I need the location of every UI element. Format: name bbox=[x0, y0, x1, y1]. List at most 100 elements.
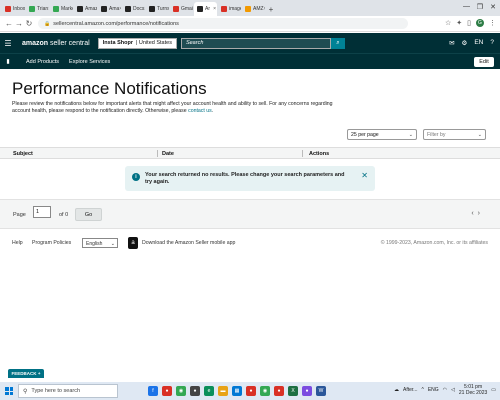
column-subject[interactable]: Subject bbox=[13, 151, 33, 157]
column-divider bbox=[157, 150, 158, 157]
url-text: sellercentral.amazon.com/performance/not… bbox=[53, 20, 179, 27]
chevron-down-icon: ⌄ bbox=[110, 240, 115, 247]
settings-gear-icon[interactable]: ⚙ bbox=[462, 39, 468, 47]
browser-tab[interactable]: Turns × bbox=[146, 2, 169, 16]
browser-tab[interactable]: Docs× bbox=[122, 2, 145, 16]
url-input[interactable]: 🔒 sellercentral.amazon.com/performance/n… bbox=[38, 18, 408, 29]
browser-tab[interactable]: Inbox× bbox=[2, 2, 25, 16]
column-date[interactable]: Date bbox=[162, 151, 174, 157]
word-icon[interactable]: W bbox=[316, 386, 326, 396]
go-button[interactable]: Go bbox=[75, 208, 102, 221]
alert-message: Your search returned no results. Please … bbox=[145, 172, 345, 185]
app-icon[interactable]: ● bbox=[302, 386, 312, 396]
close-tab-icon[interactable]: × bbox=[48, 6, 49, 12]
weather-icon[interactable]: ☁ bbox=[394, 387, 399, 393]
excel-icon[interactable]: X bbox=[288, 386, 298, 396]
tab-label: Ar bbox=[205, 6, 210, 12]
close-tab-icon[interactable]: × bbox=[144, 6, 145, 12]
bookmark-icon[interactable]: ▮ bbox=[0, 58, 16, 65]
browser-tab[interactable]: Ar × bbox=[194, 2, 217, 16]
volume-icon[interactable]: ◁ bbox=[451, 387, 455, 393]
browser-tab[interactable]: Trian× bbox=[26, 2, 49, 16]
store-switcher[interactable]: Insta Shopr | United States bbox=[97, 37, 177, 49]
wifi-icon[interactable]: ◠ bbox=[443, 387, 447, 393]
browser-tab[interactable]: Marke × bbox=[50, 2, 73, 16]
nav-add-products[interactable]: Add Products bbox=[26, 59, 59, 65]
info-icon: i bbox=[132, 173, 140, 181]
contact-us-link[interactable]: contact us bbox=[188, 108, 212, 114]
taskbar-clock[interactable]: 5:01 pm 21 Dec 2023 bbox=[459, 384, 487, 396]
store-icon[interactable]: ▦ bbox=[232, 386, 242, 396]
forward-icon[interactable]: → bbox=[14, 19, 24, 28]
chrome-icon[interactable]: ◉ bbox=[176, 386, 186, 396]
browser-tab[interactable]: Ama × bbox=[98, 2, 121, 16]
star-icon[interactable]: ☆ bbox=[445, 19, 451, 27]
tab-label: Inbox bbox=[13, 6, 25, 12]
browser-tab[interactable]: image× bbox=[218, 2, 241, 16]
extensions-icon[interactable]: ✦ bbox=[456, 19, 462, 27]
page-number-input[interactable]: 1 bbox=[33, 206, 51, 218]
browser-tab[interactable]: Gmail× bbox=[170, 2, 193, 16]
search-icon[interactable]: ⌕ bbox=[330, 37, 345, 49]
tray-language[interactable]: ENG bbox=[428, 387, 439, 393]
close-icon[interactable]: ✕ bbox=[361, 171, 368, 180]
nav-explore-services[interactable]: Explore Services bbox=[69, 59, 110, 65]
seller-central-logo[interactable]: amazon seller central bbox=[22, 40, 90, 47]
hamburger-menu-icon[interactable]: ☰ bbox=[0, 39, 16, 48]
app-icon[interactable]: ● bbox=[274, 386, 284, 396]
address-bar-row: ← → ↻ 🔒 sellercentral.amazon.com/perform… bbox=[0, 16, 500, 32]
seller-app-icon[interactable]: a bbox=[128, 237, 138, 249]
filter-select[interactable]: Filter by ⌄ bbox=[423, 129, 486, 140]
help-link[interactable]: Help bbox=[12, 240, 23, 246]
download-app-link[interactable]: Download the Amazon Seller mobile app bbox=[142, 240, 235, 246]
close-tab-icon[interactable]: × bbox=[119, 6, 121, 12]
store-name: Insta Shopr bbox=[102, 40, 133, 46]
file-explorer-icon[interactable]: ▬ bbox=[218, 386, 228, 396]
taskbar-search-input[interactable]: ⚲ Type here to search bbox=[18, 384, 118, 398]
app-icon[interactable]: ● bbox=[246, 386, 256, 396]
tab-favicon-icon bbox=[149, 6, 155, 12]
edit-button[interactable]: Edit bbox=[474, 57, 494, 67]
footer-language-select[interactable]: English ⌄ bbox=[82, 238, 118, 248]
mail-icon[interactable]: ✉ bbox=[449, 39, 454, 47]
profile-avatar[interactable]: G bbox=[476, 19, 484, 27]
minimize-icon[interactable]: — bbox=[463, 3, 470, 10]
browser-tab[interactable]: AMZ× bbox=[242, 2, 265, 16]
edge-icon[interactable]: e bbox=[204, 386, 214, 396]
close-tab-icon[interactable]: × bbox=[264, 6, 265, 12]
app-icon[interactable]: ● bbox=[190, 386, 200, 396]
next-page-icon[interactable]: › bbox=[478, 210, 484, 217]
weather-text[interactable]: After... bbox=[403, 387, 417, 393]
program-policies-link[interactable]: Program Policies bbox=[32, 240, 71, 246]
tab-favicon-icon bbox=[125, 6, 131, 12]
tab-label: Marke bbox=[61, 6, 73, 12]
windows-start-icon[interactable] bbox=[0, 387, 18, 395]
menu-icon[interactable]: ⋮ bbox=[489, 19, 496, 27]
language-selector[interactable]: EN bbox=[474, 39, 483, 47]
tab-favicon-icon bbox=[101, 6, 107, 12]
search-icon: ⚲ bbox=[23, 388, 28, 395]
per-page-select[interactable]: 25 per page ⌄ bbox=[347, 129, 417, 140]
feedback-button[interactable]: FEEDBACK + bbox=[8, 369, 44, 378]
header-search-input[interactable]: Search bbox=[180, 37, 331, 49]
clock-date: 21 Dec 2023 bbox=[458, 390, 488, 396]
tray-chevron-icon[interactable]: ^ bbox=[421, 387, 423, 393]
notifications-icon[interactable]: ▭ bbox=[491, 387, 496, 393]
reload-icon[interactable]: ↻ bbox=[24, 19, 34, 28]
back-icon[interactable]: ← bbox=[4, 19, 14, 28]
maximize-icon[interactable]: ❐ bbox=[477, 3, 483, 11]
page-label: Page bbox=[13, 212, 26, 218]
chrome-icon[interactable]: ◉ bbox=[260, 386, 270, 396]
close-tab-icon[interactable]: × bbox=[213, 6, 216, 12]
facebook-icon[interactable]: f bbox=[148, 386, 158, 396]
help-icon[interactable]: ? bbox=[490, 39, 494, 47]
tab-label: image bbox=[229, 6, 241, 12]
sidepanel-icon[interactable]: ▯ bbox=[467, 19, 471, 27]
new-tab-button[interactable]: + bbox=[266, 2, 276, 16]
close-window-icon[interactable]: ✕ bbox=[490, 3, 496, 11]
tab-label: Turns bbox=[157, 6, 169, 12]
tab-favicon-icon bbox=[53, 6, 59, 12]
tab-label: Amaz bbox=[85, 6, 97, 12]
app-icon[interactable]: ● bbox=[162, 386, 172, 396]
browser-tab[interactable]: Amaz× bbox=[74, 2, 97, 16]
